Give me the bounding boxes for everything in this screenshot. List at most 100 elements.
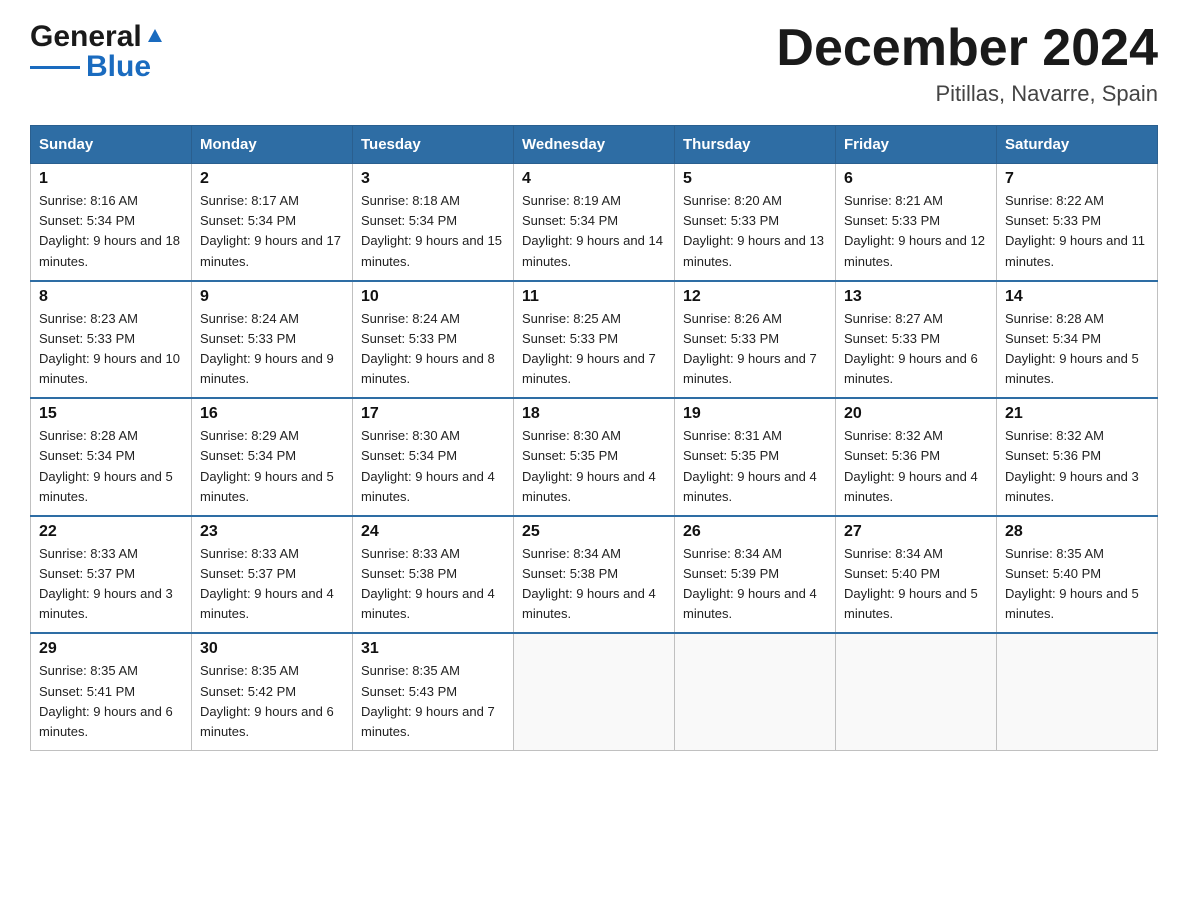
day-number: 30 [200, 640, 344, 658]
calendar-cell [997, 633, 1158, 750]
day-info: Sunrise: 8:24 AMSunset: 5:33 PMDaylight:… [361, 309, 505, 390]
calendar-week-row: 15 Sunrise: 8:28 AMSunset: 5:34 PMDayligh… [31, 398, 1158, 516]
day-number: 25 [522, 523, 666, 541]
day-number: 24 [361, 523, 505, 541]
day-info: Sunrise: 8:21 AMSunset: 5:33 PMDaylight:… [844, 191, 988, 272]
logo-general: General [30, 20, 142, 54]
day-number: 15 [39, 405, 183, 423]
day-number: 6 [844, 170, 988, 188]
calendar-week-row: 29 Sunrise: 8:35 AMSunset: 5:41 PMDayligh… [31, 633, 1158, 750]
weekday-header-sunday: Sunday [31, 126, 192, 164]
calendar-cell: 17Sunrise: 8:30 AMSunset: 5:34 PMDayligh… [353, 398, 514, 516]
day-number: 3 [361, 170, 505, 188]
day-info: Sunrise: 8:34 AMSunset: 5:38 PMDaylight:… [522, 544, 666, 625]
day-info: Sunrise: 8:22 AMSunset: 5:33 PMDaylight:… [1005, 191, 1149, 272]
weekday-header-wednesday: Wednesday [514, 126, 675, 164]
calendar-cell: 4Sunrise: 8:19 AMSunset: 5:34 PMDaylight… [514, 164, 675, 281]
day-info: Sunrise: 8:33 AMSunset: 5:38 PMDaylight:… [361, 544, 505, 625]
day-info: Sunrise: 8:19 AMSunset: 5:34 PMDaylight:… [522, 191, 666, 272]
day-info: Sunrise: 8:20 AMSunset: 5:33 PMDaylight:… [683, 191, 827, 272]
day-info: Sunrise: 8:30 AMSunset: 5:35 PMDaylight:… [522, 426, 666, 507]
day-info: Sunrise: 8:24 AMSunset: 5:33 PMDaylight:… [200, 309, 344, 390]
calendar-cell: 15 Sunrise: 8:28 AMSunset: 5:34 PMDayligh… [31, 398, 192, 516]
calendar-cell: 6 Sunrise: 8:21 AMSunset: 5:33 PMDaylight… [836, 164, 997, 281]
calendar-cell: 7 Sunrise: 8:22 AMSunset: 5:33 PMDaylight… [997, 164, 1158, 281]
day-number: 17 [361, 405, 505, 423]
day-number: 18 [522, 405, 666, 423]
day-number: 22 [39, 523, 183, 541]
weekday-header-tuesday: Tuesday [353, 126, 514, 164]
calendar-cell: 9Sunrise: 8:24 AMSunset: 5:33 PMDaylight… [192, 281, 353, 399]
calendar-header-row: SundayMondayTuesdayWednesdayThursdayFrid… [31, 126, 1158, 164]
location: Pitillas, Navarre, Spain [776, 81, 1158, 107]
day-info: Sunrise: 8:33 AMSunset: 5:37 PMDaylight:… [39, 544, 183, 625]
day-number: 27 [844, 523, 988, 541]
day-info: Sunrise: 8:28 AMSunset: 5:34 PMDaylight:… [39, 426, 183, 507]
day-info: Sunrise: 8:27 AMSunset: 5:33 PMDaylight:… [844, 309, 988, 390]
calendar-cell: 19Sunrise: 8:31 AMSunset: 5:35 PMDayligh… [675, 398, 836, 516]
calendar-cell: 18 Sunrise: 8:30 AMSunset: 5:35 PMDayligh… [514, 398, 675, 516]
day-number: 31 [361, 640, 505, 658]
month-title: December 2024 [776, 20, 1158, 77]
calendar-cell: 12 Sunrise: 8:26 AMSunset: 5:33 PMDayligh… [675, 281, 836, 399]
day-info: Sunrise: 8:28 AMSunset: 5:34 PMDaylight:… [1005, 309, 1149, 390]
calendar-week-row: 1 Sunrise: 8:16 AMSunset: 5:34 PMDaylight… [31, 164, 1158, 281]
day-info: Sunrise: 8:32 AMSunset: 5:36 PMDaylight:… [1005, 426, 1149, 507]
calendar-cell: 24 Sunrise: 8:33 AMSunset: 5:38 PMDayligh… [353, 516, 514, 634]
calendar-week-row: 8Sunrise: 8:23 AMSunset: 5:33 PMDaylight… [31, 281, 1158, 399]
calendar-cell: 22 Sunrise: 8:33 AMSunset: 5:37 PMDayligh… [31, 516, 192, 634]
day-info: Sunrise: 8:17 AMSunset: 5:34 PMDaylight:… [200, 191, 344, 272]
calendar-week-row: 22 Sunrise: 8:33 AMSunset: 5:37 PMDayligh… [31, 516, 1158, 634]
day-number: 28 [1005, 523, 1149, 541]
calendar-cell: 1 Sunrise: 8:16 AMSunset: 5:34 PMDaylight… [31, 164, 192, 281]
calendar-cell: 10Sunrise: 8:24 AMSunset: 5:33 PMDayligh… [353, 281, 514, 399]
weekday-header-friday: Friday [836, 126, 997, 164]
day-info: Sunrise: 8:25 AMSunset: 5:33 PMDaylight:… [522, 309, 666, 390]
calendar-cell: 21Sunrise: 8:32 AMSunset: 5:36 PMDayligh… [997, 398, 1158, 516]
calendar-cell: 8Sunrise: 8:23 AMSunset: 5:33 PMDaylight… [31, 281, 192, 399]
weekday-header-monday: Monday [192, 126, 353, 164]
day-number: 16 [200, 405, 344, 423]
page-header: General Blue December 2024 Pitillas, Nav… [30, 20, 1158, 107]
calendar-cell: 2 Sunrise: 8:17 AMSunset: 5:34 PMDaylight… [192, 164, 353, 281]
calendar-cell: 14 Sunrise: 8:28 AMSunset: 5:34 PMDayligh… [997, 281, 1158, 399]
day-number: 2 [200, 170, 344, 188]
calendar-cell: 11 Sunrise: 8:25 AMSunset: 5:33 PMDayligh… [514, 281, 675, 399]
day-number: 26 [683, 523, 827, 541]
day-info: Sunrise: 8:35 AMSunset: 5:41 PMDaylight:… [39, 661, 183, 742]
weekday-header-thursday: Thursday [675, 126, 836, 164]
day-number: 12 [683, 288, 827, 306]
day-number: 29 [39, 640, 183, 658]
calendar-cell [514, 633, 675, 750]
day-number: 1 [39, 170, 183, 188]
day-info: Sunrise: 8:35 AMSunset: 5:40 PMDaylight:… [1005, 544, 1149, 625]
logo: General Blue [30, 20, 166, 84]
calendar-cell: 29 Sunrise: 8:35 AMSunset: 5:41 PMDayligh… [31, 633, 192, 750]
calendar-cell: 13 Sunrise: 8:27 AMSunset: 5:33 PMDayligh… [836, 281, 997, 399]
day-number: 13 [844, 288, 988, 306]
calendar-cell: 25 Sunrise: 8:34 AMSunset: 5:38 PMDayligh… [514, 516, 675, 634]
day-info: Sunrise: 8:32 AMSunset: 5:36 PMDaylight:… [844, 426, 988, 507]
calendar-cell: 31 Sunrise: 8:35 AMSunset: 5:43 PMDayligh… [353, 633, 514, 750]
day-info: Sunrise: 8:16 AMSunset: 5:34 PMDaylight:… [39, 191, 183, 272]
calendar-cell: 3Sunrise: 8:18 AMSunset: 5:34 PMDaylight… [353, 164, 514, 281]
day-number: 23 [200, 523, 344, 541]
calendar-cell: 30 Sunrise: 8:35 AMSunset: 5:42 PMDayligh… [192, 633, 353, 750]
day-info: Sunrise: 8:29 AMSunset: 5:34 PMDaylight:… [200, 426, 344, 507]
title-section: December 2024 Pitillas, Navarre, Spain [776, 20, 1158, 107]
day-number: 11 [522, 288, 666, 306]
day-info: Sunrise: 8:34 AMSunset: 5:39 PMDaylight:… [683, 544, 827, 625]
calendar-cell: 27 Sunrise: 8:34 AMSunset: 5:40 PMDayligh… [836, 516, 997, 634]
logo-line [30, 66, 80, 69]
calendar-table: SundayMondayTuesdayWednesdayThursdayFrid… [30, 125, 1158, 751]
logo-blue: Blue [86, 50, 151, 84]
day-info: Sunrise: 8:33 AMSunset: 5:37 PMDaylight:… [200, 544, 344, 625]
day-number: 7 [1005, 170, 1149, 188]
day-info: Sunrise: 8:34 AMSunset: 5:40 PMDaylight:… [844, 544, 988, 625]
day-info: Sunrise: 8:26 AMSunset: 5:33 PMDaylight:… [683, 309, 827, 390]
day-number: 14 [1005, 288, 1149, 306]
calendar-cell: 5Sunrise: 8:20 AMSunset: 5:33 PMDaylight… [675, 164, 836, 281]
day-info: Sunrise: 8:35 AMSunset: 5:42 PMDaylight:… [200, 661, 344, 742]
day-info: Sunrise: 8:23 AMSunset: 5:33 PMDaylight:… [39, 309, 183, 390]
day-info: Sunrise: 8:35 AMSunset: 5:43 PMDaylight:… [361, 661, 505, 742]
